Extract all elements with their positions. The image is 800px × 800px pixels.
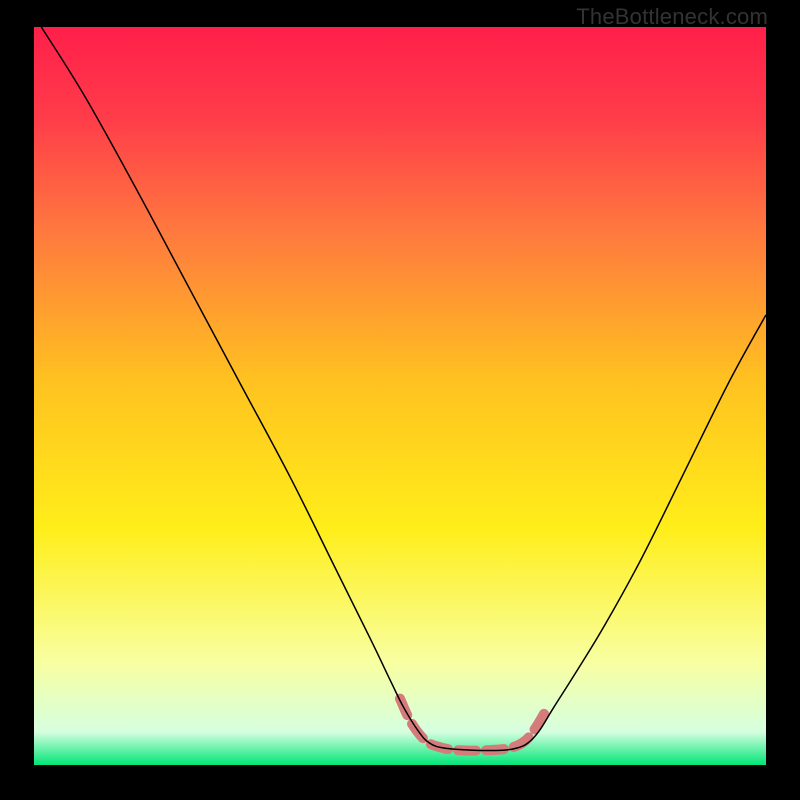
plot-area (34, 27, 766, 765)
watermark-text: TheBottleneck.com (576, 4, 768, 30)
bottleneck-chart-svg (34, 27, 766, 765)
chart-container: TheBottleneck.com (0, 0, 800, 800)
heat-gradient-background (34, 27, 766, 765)
